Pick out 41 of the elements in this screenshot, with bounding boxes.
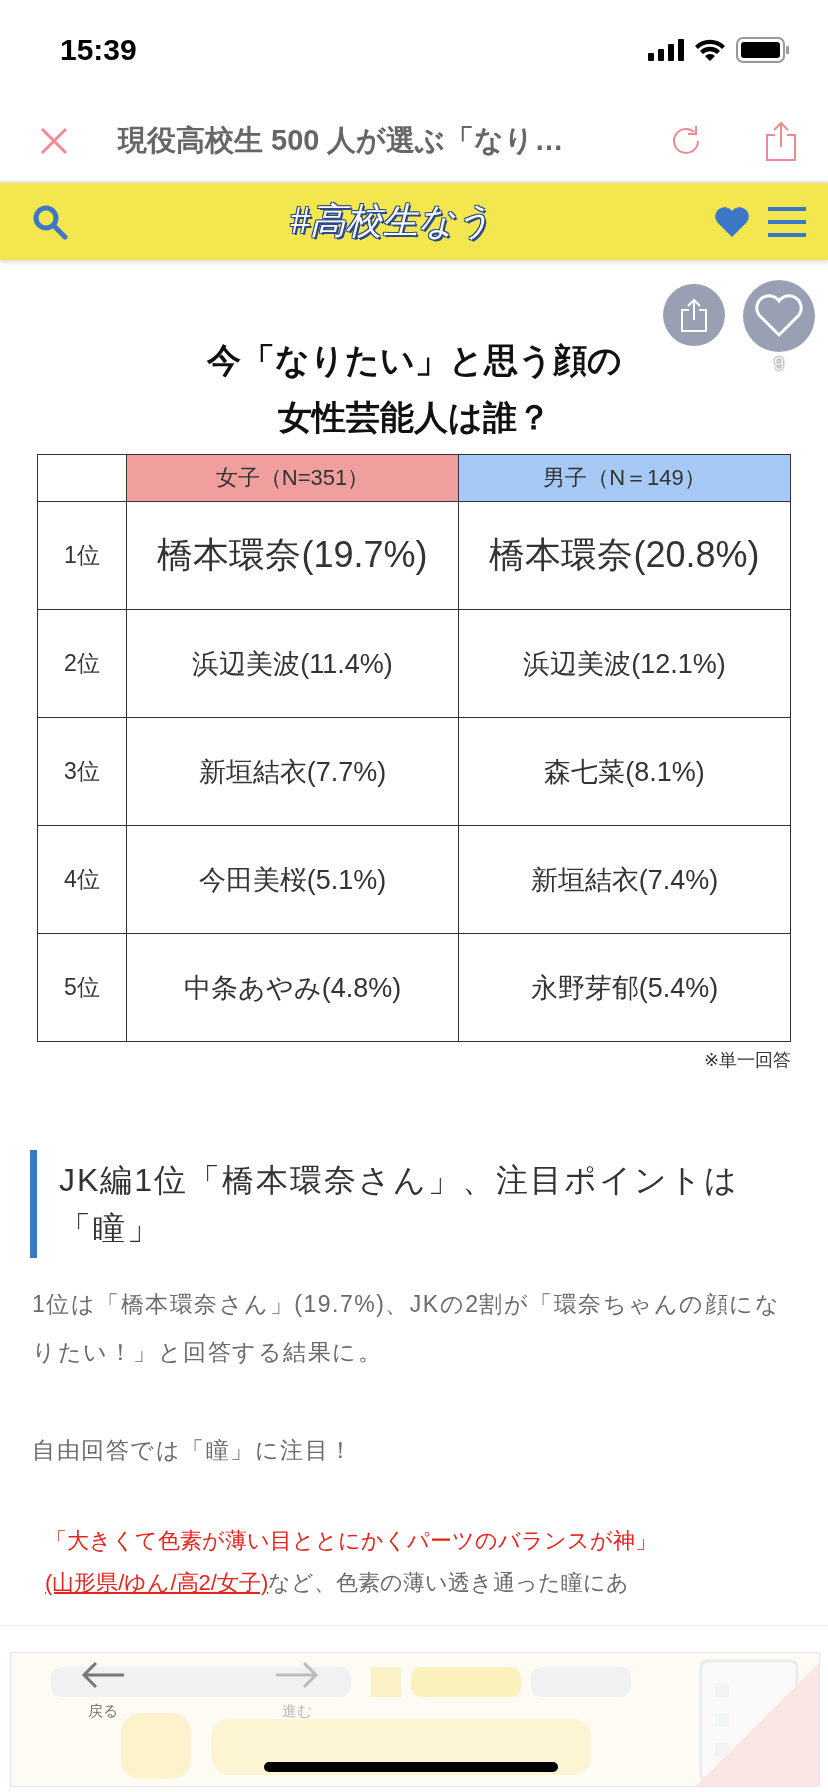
battery-icon (736, 37, 790, 63)
rank-cell: 2位 (37, 609, 127, 718)
table-cell: 橋本環奈(20.8%) (458, 501, 791, 610)
search-icon[interactable] (32, 203, 68, 240)
rank-cell: 4位 (37, 825, 127, 934)
table-cell: 新垣結衣(7.4%) (458, 825, 791, 934)
rank-cell: 1位 (37, 501, 127, 610)
page-title: 現役高校生 500 人が選ぶ「なり… (118, 122, 565, 158)
status-time: 15:39 (60, 33, 137, 67)
column-header: 男子（N＝149） (458, 454, 791, 502)
share-icon[interactable] (764, 120, 798, 161)
wifi-icon (694, 38, 726, 62)
quote-text: 「大きくて色素が薄い目ととにかくパーツのバランスが神」 (45, 1527, 658, 1555)
forward-arrow-icon (274, 1660, 320, 1690)
chart-title: 女性芸能人は誰？ (277, 397, 551, 438)
rank-cell: 3位 (37, 717, 127, 826)
table-cell: 新垣結衣(7.7%) (126, 717, 459, 826)
paragraph-text: 自由回答では「瞳」に注目！ (32, 1436, 355, 1465)
table-cell: 今田美桜(5.1%) (126, 825, 459, 934)
table-cell: 橋本環奈(19.7%) (126, 501, 459, 610)
heart-icon[interactable] (714, 205, 750, 238)
like-count: 9 (774, 354, 784, 375)
menu-icon[interactable] (768, 206, 806, 237)
share-icon (679, 298, 709, 332)
close-icon[interactable] (40, 126, 68, 155)
section-heading: JK編1位「橋本環奈さん」、注目ポイントは「瞳」 (30, 1150, 798, 1258)
chart-title: 今「なりたい」と思う顔の (206, 340, 622, 381)
rank-cell: 5位 (37, 933, 127, 1042)
table-cell: 浜辺美波(12.1%) (458, 609, 791, 718)
paragraph-text: 1位は「橋本環奈さん」(19.7%)、JKの2割が「環奈ちゃんの顔になりたい！」と回答する結果に。 (32, 1290, 782, 1367)
table-cell: 永野芽郁(5.4%) (458, 933, 791, 1042)
table-cell: 浜辺美波(11.4%) (126, 609, 459, 718)
signal-icon (648, 39, 684, 61)
paragraph-text: (山形県/ゆん/高2/女子)など、色素の薄い透き通った瞳にあ (45, 1569, 631, 1597)
back-button[interactable]: 戻る (80, 1660, 126, 1721)
table-note: ※単一回答 (702, 1049, 791, 1072)
column-header: 女子（N=351） (126, 454, 459, 502)
table-cell: 森七菜(8.1%) (458, 717, 791, 826)
back-arrow-icon (80, 1660, 126, 1690)
table-cell: 中条あやみ(4.8%) (126, 933, 459, 1042)
heart-icon (754, 294, 804, 338)
